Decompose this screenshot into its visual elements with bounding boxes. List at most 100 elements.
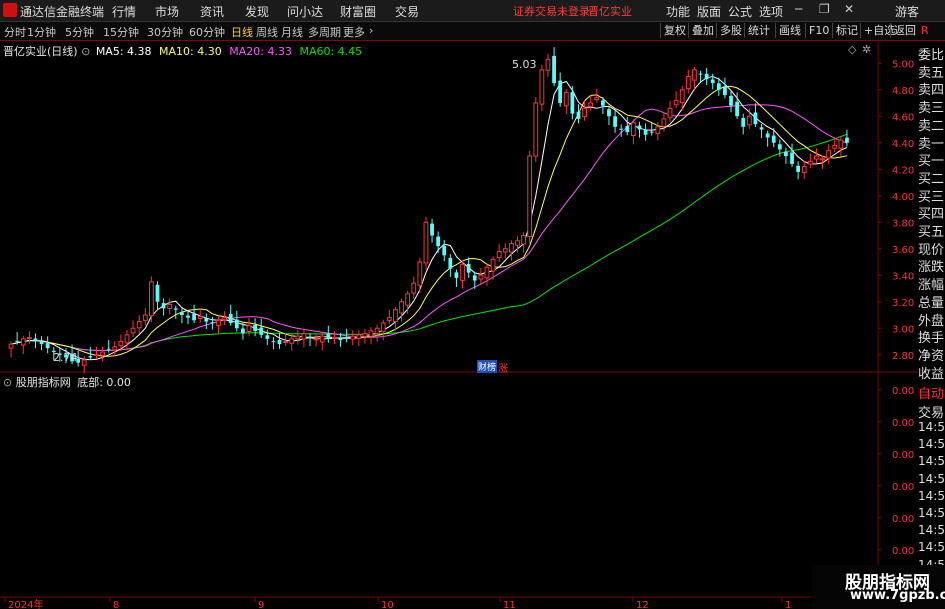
candle-body xyxy=(442,246,447,256)
candle xyxy=(112,341,118,357)
period-more[interactable]: 更多 xyxy=(343,24,365,40)
candle-body xyxy=(222,317,227,321)
period-intraday[interactable]: 分时 xyxy=(4,24,26,40)
period-60min[interactable]: 60分钟 xyxy=(189,24,225,40)
candle xyxy=(741,113,746,135)
watermark-url: www.7gpzb.com xyxy=(850,588,945,603)
candle-body xyxy=(289,338,295,344)
candle-body xyxy=(838,139,844,149)
expand-icon[interactable]: ⊙ xyxy=(81,45,90,58)
candle-body xyxy=(801,166,807,173)
period-multi[interactable]: 多周期 xyxy=(308,24,341,40)
restore-icon[interactable]: ❐ xyxy=(819,2,830,16)
candle-body xyxy=(845,137,849,143)
trade-label[interactable]: 交易 xyxy=(918,402,945,421)
candle xyxy=(259,318,264,338)
statistics-button[interactable]: 统计 xyxy=(744,23,773,38)
candle xyxy=(20,335,26,354)
candle-body xyxy=(253,324,258,331)
candle xyxy=(399,298,404,322)
quote-label: 现价 xyxy=(918,242,945,258)
period-1min[interactable]: 1分钟 xyxy=(27,24,56,40)
more-dropdown-icon[interactable]: › xyxy=(369,24,373,37)
candle xyxy=(241,322,245,340)
candle-body xyxy=(814,155,819,160)
overlay-button[interactable]: 叠加 xyxy=(688,23,717,38)
kline-chart[interactable]: 5.00 4.80 4.60 4.40 4.20 4.00 3.80 3.60 3.40 3.20… xyxy=(0,40,918,609)
sub-tick-label: 0.00 xyxy=(892,546,914,557)
trade-time: 14:56 xyxy=(918,454,945,469)
candle-body xyxy=(826,150,832,159)
candle xyxy=(136,315,142,334)
menu-options[interactable]: 选项 xyxy=(759,3,783,20)
period-daily[interactable]: 日线 xyxy=(231,24,253,40)
ma60-path xyxy=(10,133,848,351)
diamond-icon[interactable]: ◇ xyxy=(848,43,856,56)
minimize-icon[interactable]: ─ xyxy=(795,2,802,16)
trade-time: 14:56 xyxy=(918,420,945,434)
rank-badge[interactable]: 榜 xyxy=(486,360,498,373)
menu-function[interactable]: 功能 xyxy=(666,3,690,20)
y-tick-label: 2.80 xyxy=(892,351,914,362)
quote-label: 卖五 xyxy=(918,65,945,81)
settings-gear-icon[interactable]: ✲ xyxy=(862,43,871,56)
menu-market[interactable]: 行情 xyxy=(112,3,136,20)
guest-label[interactable]: 游客 xyxy=(895,3,919,20)
auto-trade-label[interactable]: 自动 xyxy=(918,383,945,402)
candle xyxy=(454,269,459,287)
rise-badge[interactable]: 涨 xyxy=(498,360,508,375)
sub-expand-icon[interactable]: ⊙ xyxy=(3,376,12,389)
candle-body xyxy=(679,89,685,104)
candle xyxy=(784,147,788,164)
candle-body xyxy=(607,109,611,117)
menu-marketplace[interactable]: 市场 xyxy=(155,3,179,20)
candle-body xyxy=(405,293,411,306)
f10-button[interactable]: F10 xyxy=(805,23,832,38)
candle-body xyxy=(637,125,642,130)
candle xyxy=(692,66,697,90)
candle xyxy=(386,309,392,325)
menu-formula[interactable]: 公式 xyxy=(728,3,752,20)
candle-body xyxy=(600,100,605,106)
menu-discover[interactable]: 发现 xyxy=(245,3,269,20)
period-5min[interactable]: 5分钟 xyxy=(65,24,94,40)
candle xyxy=(613,110,617,133)
menu-ask[interactable]: 问小达 xyxy=(287,3,323,20)
period-monthly[interactable]: 月线 xyxy=(281,24,303,40)
multi-stock-button[interactable]: 多股 xyxy=(716,23,745,38)
candle-body xyxy=(631,122,636,136)
menu-layout[interactable]: 版面 xyxy=(697,3,721,20)
candle xyxy=(39,336,44,351)
trade-time: 14:56 xyxy=(918,540,945,555)
candles xyxy=(8,47,849,374)
mark-button[interactable]: 标记 xyxy=(832,23,861,38)
candle-body xyxy=(552,55,556,84)
period-weekly[interactable]: 周线 xyxy=(256,24,278,40)
candle xyxy=(301,329,307,348)
adjust-button[interactable]: 复权 xyxy=(660,23,689,38)
candle-body xyxy=(167,303,173,309)
period-15min[interactable]: 15分钟 xyxy=(103,24,139,40)
candle xyxy=(94,346,99,359)
y-tick-label: 4.20 xyxy=(892,165,914,176)
candle-body xyxy=(484,266,490,279)
menu-news[interactable]: 资讯 xyxy=(200,3,224,20)
candle xyxy=(374,324,380,342)
close-icon[interactable]: ✕ xyxy=(844,2,854,16)
trade-time: 14:56 xyxy=(918,523,945,538)
candle-body xyxy=(308,336,312,338)
login-warning[interactable]: 证券交易未登录 xyxy=(513,3,590,19)
sub-tick-label: 0.00 xyxy=(892,418,914,429)
menu-trade[interactable]: 交易 xyxy=(395,3,419,20)
trade-time: 14:56 xyxy=(918,471,945,486)
candle xyxy=(173,305,178,319)
candle-body xyxy=(723,86,727,96)
menu-wealth[interactable]: 财富圈 xyxy=(340,3,376,20)
period-30min[interactable]: 30分钟 xyxy=(147,24,183,40)
draw-line-button[interactable]: 画线 xyxy=(775,23,804,38)
candle xyxy=(442,240,447,262)
time-axis: 2024年 8 9 10 11 12 1 xyxy=(4,597,791,609)
back-button[interactable]: 返回 xyxy=(890,23,919,38)
candle-body xyxy=(33,338,38,342)
candle-body xyxy=(746,115,752,126)
